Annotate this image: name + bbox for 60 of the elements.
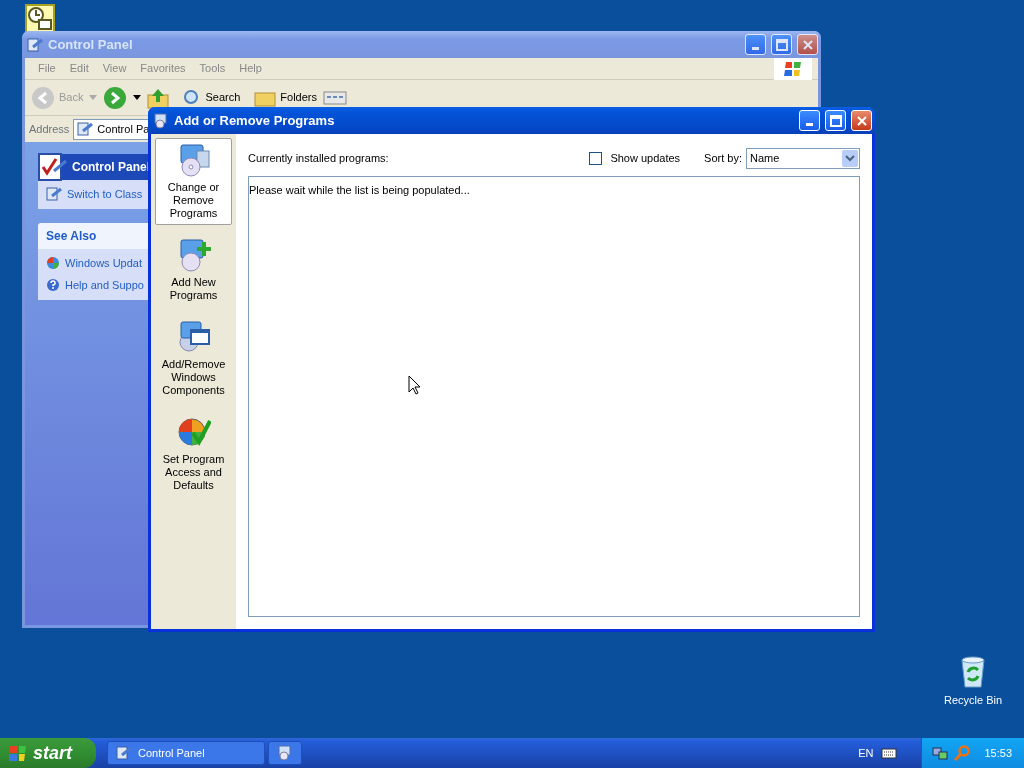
search-button[interactable]: Search [183,88,241,107]
checkbox[interactable] [589,152,603,165]
help-link[interactable]: Help and Suppo [46,277,144,294]
views-icon[interactable] [323,89,349,106]
sidebar-item[interactable]: Set Program Access and Defaults [155,410,232,497]
section-label: Currently installed programs: [248,151,390,167]
icon-label: Recycle Bin [944,693,1003,708]
checkbox-label: Show updates [610,151,681,167]
mouse-cursor-icon [408,375,422,395]
help-link[interactable]: Windows Updat [46,254,143,271]
sort-label: Sort by: [704,151,742,167]
maximize-icon [827,112,844,129]
clock: 15:53 [984,745,1012,761]
control-panel-icon [116,745,132,761]
menu-item[interactable]: File [31,60,63,77]
programs-icon [277,745,293,761]
minimize-button[interactable] [745,34,766,55]
forward-icon[interactable] [103,85,128,110]
programs-icon [153,112,169,129]
control-panel-icon [46,186,62,203]
minimize-icon [752,47,759,50]
menu-item[interactable]: Edit [62,60,96,77]
taskbar-button[interactable] [268,741,302,765]
folders-button[interactable]: Folders [254,88,317,107]
maximize-icon [773,36,790,53]
dropdown-arrow-icon[interactable] [133,94,142,101]
windows-logo-icon [8,743,28,763]
window-title: Add or Remove Programs [174,111,336,130]
sort-dropdown[interactable]: Name [746,148,860,169]
taskbar-button[interactable]: Control Panel [107,741,265,765]
control-panel-icon [27,36,43,53]
network-icon[interactable] [932,745,949,761]
minimize-button[interactable] [799,110,820,131]
keyboard-icon[interactable] [881,747,898,759]
menu-item[interactable]: Favorites [133,60,193,77]
menu-item[interactable]: Tools [192,60,233,77]
language-indicator[interactable]: EN [858,744,874,762]
switch-view-link[interactable]: Switch to Class [46,186,143,203]
address-label: Address [29,121,70,137]
window-title: Control Panel [48,35,134,54]
back-icon [31,85,55,110]
close-button[interactable] [797,34,818,55]
help-icon [46,278,60,293]
maximize-button[interactable] [771,34,792,55]
windows-components-icon [176,320,211,354]
checklist-icon [38,153,68,181]
scheduled-task-icon[interactable] [25,4,55,34]
status-message: Please wait while the list is being populated... [249,183,471,198]
start-button[interactable]: start [0,738,96,768]
windows-logo-icon [774,57,812,80]
control-panel-icon [77,121,94,137]
menu-item[interactable]: View [95,60,134,77]
sidebar-item[interactable]: Change or Remove Programs [155,138,232,225]
globe-check-icon [176,415,211,449]
maximize-button[interactable] [825,110,846,131]
globe-icon [46,255,60,270]
minimize-icon [806,123,813,126]
sidebar-item[interactable]: Add/Remove Windows Components [155,315,232,402]
menu-item[interactable]: Help [232,60,269,77]
close-button[interactable] [851,110,872,131]
